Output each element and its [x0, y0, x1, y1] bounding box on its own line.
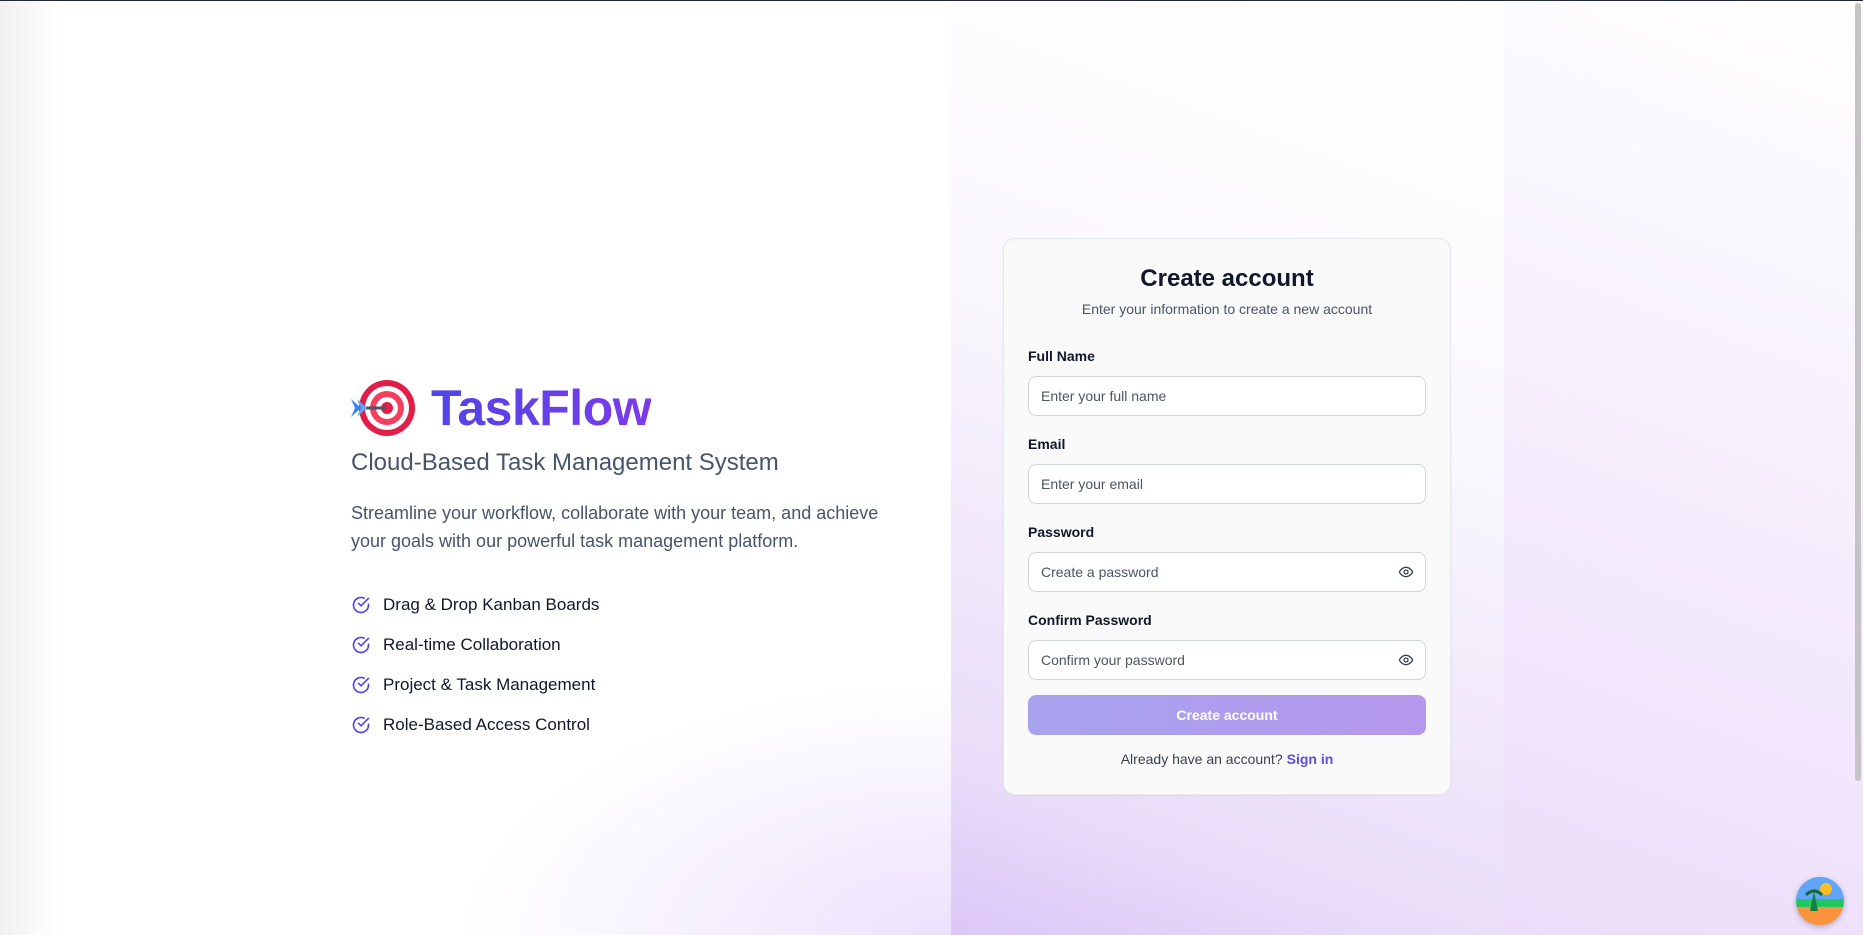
- confirm-password-field-group: Confirm Password: [1028, 612, 1426, 680]
- feature-item: Drag & Drop Kanban Boards: [351, 585, 911, 625]
- password-label: Password: [1028, 524, 1095, 540]
- check-circle-icon: [352, 676, 370, 694]
- hero-section: TaskFlow Cloud-Based Task Management Sys…: [351, 377, 911, 745]
- signin-prompt: Already have an account?: [1120, 751, 1283, 767]
- signup-card: Create account Enter your information to…: [1003, 238, 1451, 795]
- full-name-input-wrap: [1028, 376, 1426, 416]
- signin-row: Already have an account? Sign in: [1004, 751, 1450, 767]
- feature-label: Project & Task Management: [383, 675, 596, 694]
- page-scrollbar[interactable]: [1853, 1, 1863, 935]
- scrollbar-thumb[interactable]: [1855, 3, 1861, 781]
- email-input[interactable]: [1028, 464, 1426, 504]
- full-name-label: Full Name: [1028, 348, 1095, 364]
- confirm-password-label: Confirm Password: [1028, 612, 1152, 628]
- feature-list: Drag & Drop Kanban Boards Real-time Coll…: [351, 585, 911, 745]
- signup-page: TaskFlow Cloud-Based Task Management Sys…: [0, 0, 1863, 935]
- check-circle-icon: [352, 636, 370, 654]
- password-input[interactable]: [1028, 552, 1426, 592]
- feature-label: Role-Based Access Control: [383, 715, 590, 734]
- create-account-button[interactable]: Create account: [1028, 695, 1426, 735]
- check-circle-icon: [352, 716, 370, 734]
- brand: TaskFlow: [351, 377, 911, 439]
- confirm-password-input-wrap: [1028, 640, 1426, 680]
- feature-label: Real-time Collaboration: [383, 635, 561, 654]
- eye-icon[interactable]: [1398, 652, 1414, 668]
- check-circle-icon: [352, 596, 370, 614]
- brand-tagline: Cloud-Based Task Management System: [351, 449, 779, 476]
- target-dart-icon: [351, 377, 417, 439]
- card-subtitle: Enter your information to create a new a…: [1081, 301, 1373, 317]
- assistant-avatar-icon[interactable]: [1796, 877, 1844, 925]
- card-title: Create account: [1140, 265, 1314, 292]
- sign-in-link[interactable]: Sign in: [1287, 751, 1334, 767]
- brand-blurb: Streamline your workflow, collaborate wi…: [351, 503, 879, 551]
- email-label: Email: [1028, 436, 1066, 452]
- background-right: [1504, 1, 1863, 935]
- full-name-input[interactable]: [1028, 376, 1426, 416]
- eye-icon[interactable]: [1398, 564, 1414, 580]
- feature-item: Role-Based Access Control: [351, 705, 911, 745]
- password-field-group: Password: [1028, 524, 1426, 592]
- feature-item: Project & Task Management: [351, 665, 911, 705]
- password-input-wrap: [1028, 552, 1426, 592]
- feature-label: Drag & Drop Kanban Boards: [383, 595, 600, 614]
- brand-name: TaskFlow: [431, 380, 652, 436]
- full-name-field-group: Full Name: [1028, 348, 1426, 416]
- email-input-wrap: [1028, 464, 1426, 504]
- email-field-group: Email: [1028, 436, 1426, 504]
- confirm-password-input[interactable]: [1028, 640, 1426, 680]
- feature-item: Real-time Collaboration: [351, 625, 911, 665]
